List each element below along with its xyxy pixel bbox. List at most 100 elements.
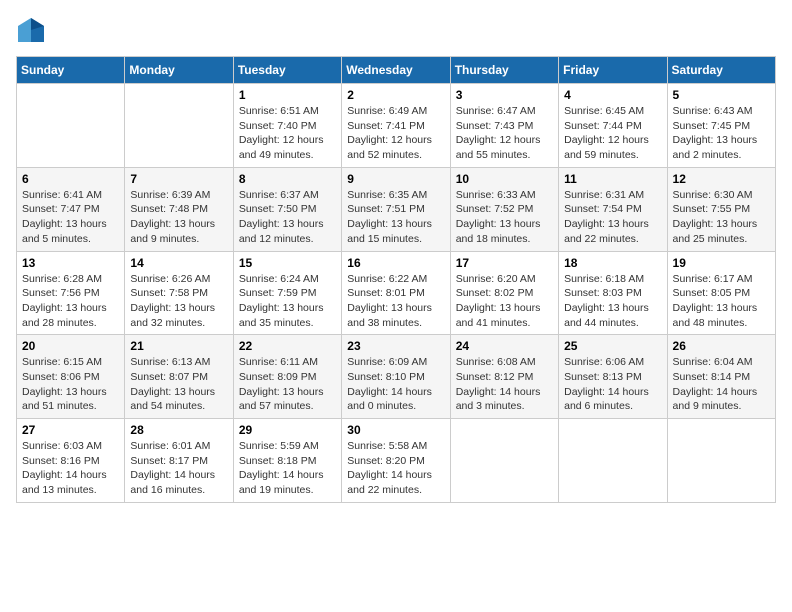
day-number: 2 [347,88,444,102]
calendar-cell: 11 Sunrise: 6:31 AM Sunset: 7:54 PM Dayli… [559,167,667,251]
weekday-header: Saturday [667,57,775,84]
calendar-cell: 24 Sunrise: 6:08 AM Sunset: 8:12 PM Dayli… [450,335,558,419]
calendar-cell: 7 Sunrise: 6:39 AM Sunset: 7:48 PM Daylig… [125,167,233,251]
day-info: Sunrise: 6:31 AM Sunset: 7:54 PM Dayligh… [564,188,661,247]
weekday-header: Sunday [17,57,125,84]
day-info: Sunrise: 6:04 AM Sunset: 8:14 PM Dayligh… [673,355,770,414]
day-number: 23 [347,339,444,353]
calendar-body: 1 Sunrise: 6:51 AM Sunset: 7:40 PM Daylig… [17,84,776,503]
day-number: 6 [22,172,119,186]
day-info: Sunrise: 6:06 AM Sunset: 8:13 PM Dayligh… [564,355,661,414]
day-number: 4 [564,88,661,102]
calendar-cell: 14 Sunrise: 6:26 AM Sunset: 7:58 PM Dayli… [125,251,233,335]
day-info: Sunrise: 6:35 AM Sunset: 7:51 PM Dayligh… [347,188,444,247]
day-info: Sunrise: 6:03 AM Sunset: 8:16 PM Dayligh… [22,439,119,498]
day-number: 27 [22,423,119,437]
day-number: 10 [456,172,553,186]
calendar-cell: 19Sunrise: 6:17 AM Sunset: 8:05 PM Dayli… [667,251,775,335]
calendar-cell: 6 Sunrise: 6:41 AM Sunset: 7:47 PM Daylig… [17,167,125,251]
logo [16,16,50,44]
day-info: Sunrise: 6:47 AM Sunset: 7:43 PM Dayligh… [456,104,553,163]
day-number: 20 [22,339,119,353]
calendar-cell: 26 Sunrise: 6:04 AM Sunset: 8:14 PM Dayli… [667,335,775,419]
day-info: Sunrise: 6:08 AM Sunset: 8:12 PM Dayligh… [456,355,553,414]
day-number: 12 [673,172,770,186]
calendar-cell: 21 Sunrise: 6:13 AM Sunset: 8:07 PM Dayli… [125,335,233,419]
day-info: Sunrise: 6:45 AM Sunset: 7:44 PM Dayligh… [564,104,661,163]
day-number: 29 [239,423,336,437]
day-number: 26 [673,339,770,353]
weekday-header: Monday [125,57,233,84]
calendar-cell: 1 Sunrise: 6:51 AM Sunset: 7:40 PM Daylig… [233,84,341,168]
day-info: Sunrise: 6:49 AM Sunset: 7:41 PM Dayligh… [347,104,444,163]
day-number: 8 [239,172,336,186]
day-number: 5 [673,88,770,102]
day-info: Sunrise: 6:09 AM Sunset: 8:10 PM Dayligh… [347,355,444,414]
calendar-cell: 10 Sunrise: 6:33 AM Sunset: 7:52 PM Dayli… [450,167,558,251]
calendar-cell [125,84,233,168]
calendar-week-row: 20 Sunrise: 6:15 AM Sunset: 8:06 PM Dayli… [17,335,776,419]
day-info: Sunrise: 6:22 AM Sunset: 8:01 PM Dayligh… [347,272,444,331]
day-info: Sunrise: 6:11 AM Sunset: 8:09 PM Dayligh… [239,355,336,414]
calendar-cell: 15Sunrise: 6:24 AM Sunset: 7:59 PM Dayli… [233,251,341,335]
day-info: Sunrise: 6:41 AM Sunset: 7:47 PM Dayligh… [22,188,119,247]
day-number: 7 [130,172,227,186]
calendar-cell: 27 Sunrise: 6:03 AM Sunset: 8:16 PM Dayli… [17,419,125,503]
calendar-cell: 13 Sunrise: 6:28 AM Sunset: 7:56 PM Dayli… [17,251,125,335]
day-number: 24 [456,339,553,353]
calendar-week-row: 27 Sunrise: 6:03 AM Sunset: 8:16 PM Dayli… [17,419,776,503]
weekday-header: Thursday [450,57,558,84]
calendar-cell: 9 Sunrise: 6:35 AM Sunset: 7:51 PM Daylig… [342,167,450,251]
day-number: 1 [239,88,336,102]
day-info: Sunrise: 6:18 AM Sunset: 8:03 PM Dayligh… [564,272,661,331]
day-info: Sunrise: 6:43 AM Sunset: 7:45 PM Dayligh… [673,104,770,163]
day-number: 14 [130,256,227,270]
calendar-cell: 12 Sunrise: 6:30 AM Sunset: 7:55 PM Dayli… [667,167,775,251]
calendar-cell: 4 Sunrise: 6:45 AM Sunset: 7:44 PM Daylig… [559,84,667,168]
weekday-header: Wednesday [342,57,450,84]
calendar-week-row: 13 Sunrise: 6:28 AM Sunset: 7:56 PM Dayli… [17,251,776,335]
day-info: Sunrise: 6:15 AM Sunset: 8:06 PM Dayligh… [22,355,119,414]
day-number: 15 [239,256,336,270]
weekday-header: Friday [559,57,667,84]
day-number: 13 [22,256,119,270]
calendar-table: SundayMondayTuesdayWednesdayThursdayFrid… [16,56,776,503]
day-info: Sunrise: 6:33 AM Sunset: 7:52 PM Dayligh… [456,188,553,247]
calendar-cell: 17Sunrise: 6:20 AM Sunset: 8:02 PM Dayli… [450,251,558,335]
day-number: 11 [564,172,661,186]
day-info: Sunrise: 6:28 AM Sunset: 7:56 PM Dayligh… [22,272,119,331]
calendar-header-row: SundayMondayTuesdayWednesdayThursdayFrid… [17,57,776,84]
day-number: 30 [347,423,444,437]
calendar-cell: 22 Sunrise: 6:11 AM Sunset: 8:09 PM Dayli… [233,335,341,419]
day-info: Sunrise: 6:30 AM Sunset: 7:55 PM Dayligh… [673,188,770,247]
calendar-cell: 20 Sunrise: 6:15 AM Sunset: 8:06 PM Dayli… [17,335,125,419]
calendar-cell [450,419,558,503]
calendar-cell: 8Sunrise: 6:37 AM Sunset: 7:50 PM Daylig… [233,167,341,251]
day-info: Sunrise: 6:01 AM Sunset: 8:17 PM Dayligh… [130,439,227,498]
day-number: 22 [239,339,336,353]
day-number: 17 [456,256,553,270]
calendar-cell [559,419,667,503]
calendar-cell: 23 Sunrise: 6:09 AM Sunset: 8:10 PM Dayli… [342,335,450,419]
calendar-week-row: 6 Sunrise: 6:41 AM Sunset: 7:47 PM Daylig… [17,167,776,251]
day-info: Sunrise: 6:13 AM Sunset: 8:07 PM Dayligh… [130,355,227,414]
day-info: Sunrise: 6:26 AM Sunset: 7:58 PM Dayligh… [130,272,227,331]
day-info: Sunrise: 6:39 AM Sunset: 7:48 PM Dayligh… [130,188,227,247]
day-number: 16 [347,256,444,270]
calendar-cell [17,84,125,168]
day-number: 3 [456,88,553,102]
calendar-cell: 25Sunrise: 6:06 AM Sunset: 8:13 PM Dayli… [559,335,667,419]
calendar-week-row: 1 Sunrise: 6:51 AM Sunset: 7:40 PM Daylig… [17,84,776,168]
calendar-cell: 18 Sunrise: 6:18 AM Sunset: 8:03 PM Dayli… [559,251,667,335]
calendar-cell [667,419,775,503]
logo-icon [16,16,46,44]
day-info: Sunrise: 5:59 AM Sunset: 8:18 PM Dayligh… [239,439,336,498]
calendar-cell: 30Sunrise: 5:58 AM Sunset: 8:20 PM Dayli… [342,419,450,503]
calendar-cell: 3 Sunrise: 6:47 AM Sunset: 7:43 PM Daylig… [450,84,558,168]
day-info: Sunrise: 6:51 AM Sunset: 7:40 PM Dayligh… [239,104,336,163]
day-number: 9 [347,172,444,186]
day-number: 18 [564,256,661,270]
calendar-cell: 5 Sunrise: 6:43 AM Sunset: 7:45 PM Daylig… [667,84,775,168]
calendar-cell: 28Sunrise: 6:01 AM Sunset: 8:17 PM Dayli… [125,419,233,503]
day-number: 21 [130,339,227,353]
